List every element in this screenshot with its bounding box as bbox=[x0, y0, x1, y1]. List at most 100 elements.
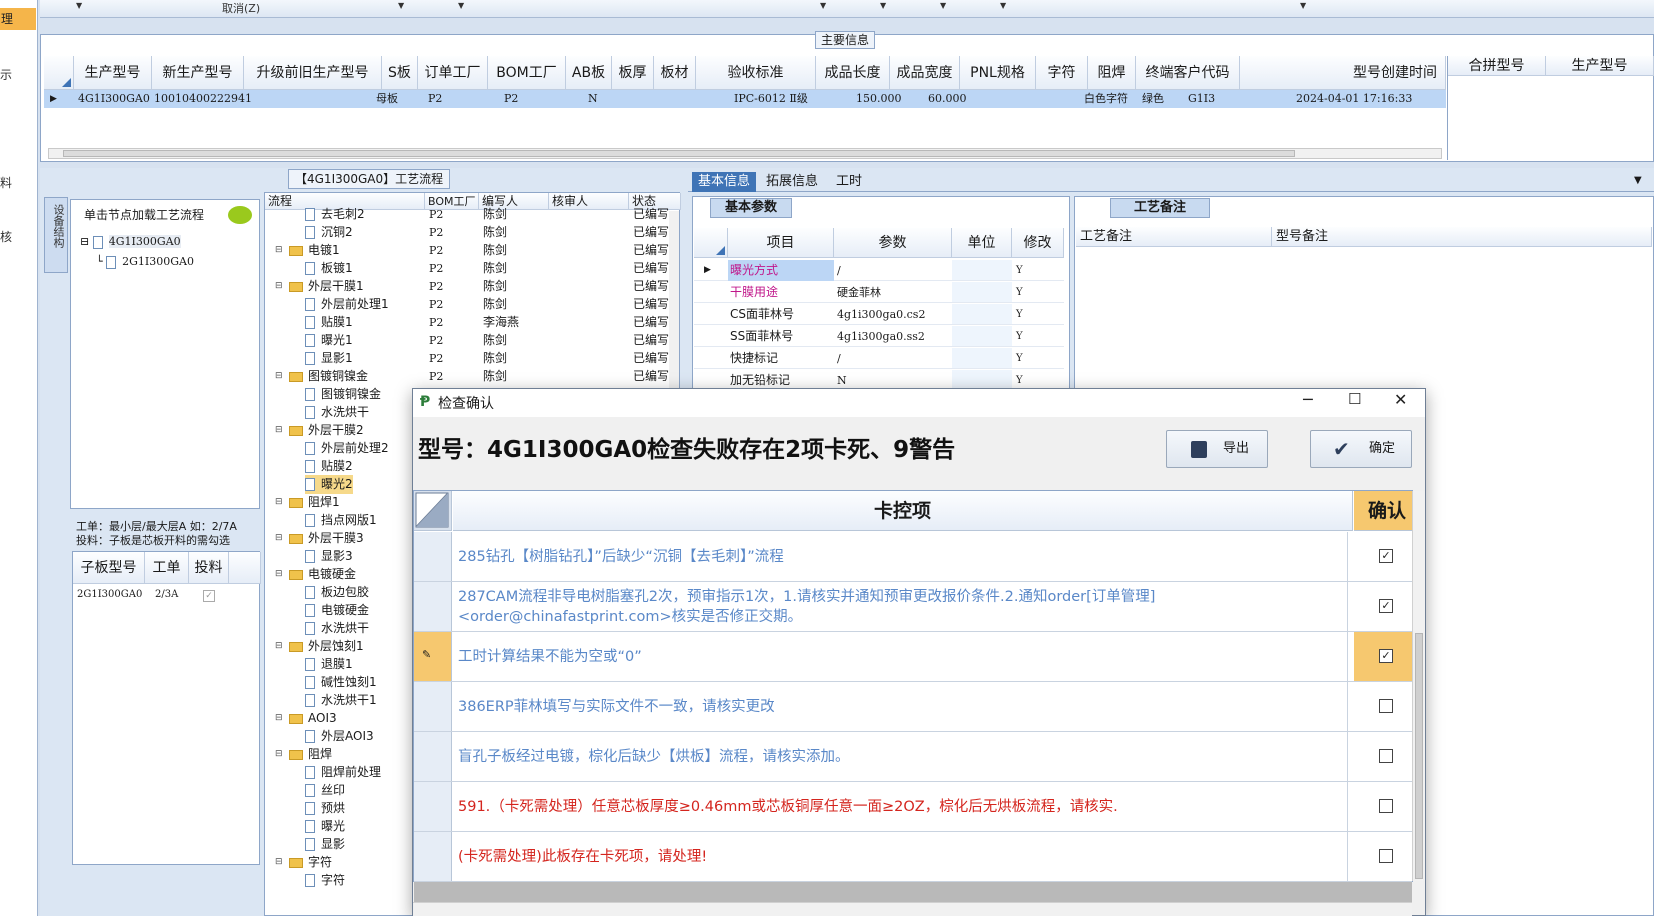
cell-new-model[interactable]: 10010400222941 bbox=[154, 91, 252, 107]
param-row[interactable]: 快捷标记 / Y bbox=[694, 348, 1064, 369]
column-header[interactable]: 投料 bbox=[189, 552, 229, 584]
flow-step[interactable]: 显影3 bbox=[305, 547, 353, 566]
column-header[interactable]: 单位 bbox=[952, 228, 1012, 258]
flow-step[interactable]: 曝光1 bbox=[305, 331, 353, 350]
checkbox-unchecked[interactable] bbox=[1379, 849, 1393, 863]
column-header[interactable]: 型号创建时间 bbox=[1240, 56, 1446, 90]
column-header[interactable]: 字符 bbox=[1036, 56, 1088, 90]
flow-step[interactable]: AOI3 bbox=[289, 709, 337, 728]
row-header[interactable] bbox=[414, 732, 452, 781]
flow-step[interactable]: 板镀1 bbox=[305, 259, 353, 278]
flow-step[interactable]: 退膜1 bbox=[305, 655, 353, 674]
basic-param-tab[interactable]: 基本参数 bbox=[710, 198, 792, 218]
flow-step[interactable]: 电镀1 bbox=[289, 241, 340, 260]
param-modify[interactable]: Y bbox=[1016, 326, 1023, 347]
flow-row[interactable]: 板镀1 P2 陈剑 已编写 bbox=[265, 259, 681, 278]
confirm-cell[interactable]: ✓ bbox=[1354, 582, 1414, 631]
check-item-row[interactable]: 386ERP菲林填写与实际文件不一致，请核实更改 bbox=[414, 682, 1412, 732]
collapse-icon[interactable]: ⊟ bbox=[275, 493, 283, 512]
param-value[interactable]: 4g1i300ga0.cs2 bbox=[834, 304, 952, 325]
chat-bubble-icon[interactable] bbox=[228, 206, 252, 224]
flow-step[interactable]: 电镀硬金 bbox=[289, 565, 356, 584]
flow-step[interactable]: 外层干膜3 bbox=[289, 529, 364, 548]
checkbox-checked[interactable]: ✓ bbox=[1379, 549, 1393, 563]
flow-step[interactable]: 外层AOI3 bbox=[305, 727, 374, 746]
chevron-down-icon[interactable]: ▼ bbox=[1300, 1, 1306, 10]
flow-step[interactable]: 显影 bbox=[305, 835, 345, 854]
column-header[interactable]: 修改 bbox=[1012, 228, 1064, 258]
flow-step[interactable]: 贴膜1 bbox=[305, 313, 353, 332]
flow-step[interactable]: 外层干膜1 bbox=[289, 277, 364, 296]
flow-step[interactable]: 板边包胶 bbox=[305, 583, 369, 602]
chevron-down-icon[interactable]: ▼ bbox=[398, 1, 404, 10]
checkbox-checked[interactable]: ✓ bbox=[1379, 649, 1393, 663]
column-header[interactable]: 项目 bbox=[728, 228, 834, 258]
confirm-cell[interactable] bbox=[1354, 832, 1414, 881]
left-nav-item[interactable]: 示 bbox=[0, 66, 12, 83]
confirm-cell[interactable] bbox=[1354, 732, 1414, 781]
flow-row[interactable]: 显影1 P2 陈剑 已编写 bbox=[265, 349, 681, 368]
cell-sub-model[interactable]: 2G1I300GA0 bbox=[77, 586, 142, 604]
checkbox-unchecked[interactable] bbox=[1379, 749, 1393, 763]
cell-ab-board[interactable]: N bbox=[588, 91, 598, 107]
cell-sub-order[interactable]: 2/3A bbox=[155, 586, 178, 604]
flow-step[interactable]: 外层前处理2 bbox=[305, 439, 389, 458]
collapse-icon[interactable]: ⊟ bbox=[275, 421, 283, 440]
check-item-row[interactable]: ✎ 工时计算结果不能为空或“0” ✓ bbox=[414, 632, 1414, 682]
remark-tab[interactable]: 工艺备注 bbox=[1110, 198, 1210, 218]
tab-extended-info[interactable]: 拓展信息 bbox=[760, 172, 824, 192]
check-item-row[interactable]: 285钻孔【树脂钻孔】”后缺少“沉铜【去毛刺】”流程 ✓ bbox=[414, 532, 1412, 582]
column-header[interactable]: 验收标准 bbox=[696, 56, 816, 90]
chevron-down-icon[interactable]: ▼ bbox=[76, 1, 82, 10]
row-header[interactable] bbox=[414, 682, 452, 731]
tree-node[interactable]: └ 2G1I300GA0 bbox=[96, 255, 194, 269]
flow-step[interactable]: 预烘 bbox=[305, 799, 345, 818]
column-header[interactable]: 板材 bbox=[654, 56, 696, 90]
collapse-icon[interactable]: ⊟ bbox=[275, 529, 283, 548]
column-header[interactable]: 升级前旧生产型号 bbox=[244, 56, 382, 90]
flow-step[interactable]: 外层干膜2 bbox=[289, 421, 364, 440]
flow-step[interactable]: 外层蚀刻1 bbox=[289, 637, 364, 656]
chevron-down-icon[interactable]: ▼ bbox=[940, 1, 946, 10]
cell-char[interactable]: 白色字符 bbox=[1084, 91, 1128, 107]
checkbox-unchecked[interactable] bbox=[1379, 699, 1393, 713]
flow-step[interactable]: 阻焊1 bbox=[289, 493, 340, 512]
flow-step[interactable]: 字符 bbox=[289, 853, 332, 872]
collapse-icon[interactable]: ⊟ bbox=[275, 637, 283, 656]
cell-customer[interactable]: G1I3 bbox=[1188, 91, 1215, 107]
column-header[interactable]: BOM工厂 bbox=[488, 56, 566, 90]
close-icon[interactable]: ✕ bbox=[1394, 390, 1407, 409]
minimize-icon[interactable]: ─ bbox=[1303, 390, 1313, 409]
cell-width[interactable]: 60.000 bbox=[928, 91, 967, 107]
column-header[interactable]: 生产型号 bbox=[74, 56, 152, 90]
check-item-row[interactable]: 287CAM流程非导电树脂塞孔2次，预审指示1次，1.请核实并通知预审更改报价条… bbox=[414, 582, 1412, 632]
param-modify[interactable]: Y bbox=[1016, 282, 1023, 303]
flow-step[interactable]: 水洗烘干 bbox=[305, 403, 369, 422]
vertical-scrollbar[interactable] bbox=[1412, 491, 1425, 881]
flow-row[interactable]: ⊟ 电镀1 P2 陈剑 已编写 bbox=[265, 241, 681, 260]
column-header[interactable]: 阻焊 bbox=[1088, 56, 1136, 90]
collapse-icon[interactable]: ⊟ bbox=[275, 241, 283, 260]
chevron-down-icon[interactable]: ▼ bbox=[820, 1, 826, 10]
column-header[interactable]: 板厚 bbox=[612, 56, 654, 90]
flow-row[interactable]: 沉铜2 P2 陈剑 已编写 bbox=[265, 223, 681, 242]
ok-button[interactable]: ✔ 确定 bbox=[1310, 430, 1412, 468]
param-unit[interactable] bbox=[952, 348, 1012, 368]
flow-step[interactable]: 曝光2 bbox=[305, 475, 353, 494]
check-item-row[interactable]: 591.（卡死需处理）任意芯板厚度≥0.46mm或芯板铜厚任意一面≥2OZ，棕化… bbox=[414, 782, 1412, 832]
flow-step[interactable]: 电镀硬金 bbox=[305, 601, 369, 620]
cell-model[interactable]: 4G1I300GA0 bbox=[78, 91, 150, 107]
confirm-cell[interactable]: ✓ bbox=[1354, 532, 1414, 581]
flow-row[interactable]: ⊟ 外层干膜1 P2 陈剑 已编写 bbox=[265, 277, 681, 296]
row-header[interactable] bbox=[414, 782, 452, 831]
flow-row[interactable]: ⊟ 图镀铜镍金 P2 陈剑 已编写 bbox=[265, 367, 681, 386]
flow-step[interactable]: 外层前处理1 bbox=[305, 295, 389, 314]
column-header-confirm[interactable]: 确认 bbox=[1354, 491, 1414, 531]
row-header[interactable] bbox=[414, 532, 452, 581]
column-header[interactable]: PNL规格 bbox=[960, 56, 1036, 90]
param-value[interactable]: 硬金菲林 bbox=[834, 282, 952, 303]
cell-bom-factory[interactable]: P2 bbox=[504, 91, 518, 107]
maximize-icon[interactable]: ☐ bbox=[1348, 390, 1361, 408]
cell-mask[interactable]: 绿色 bbox=[1142, 91, 1164, 107]
left-nav-selected[interactable]: 理 bbox=[0, 8, 36, 30]
